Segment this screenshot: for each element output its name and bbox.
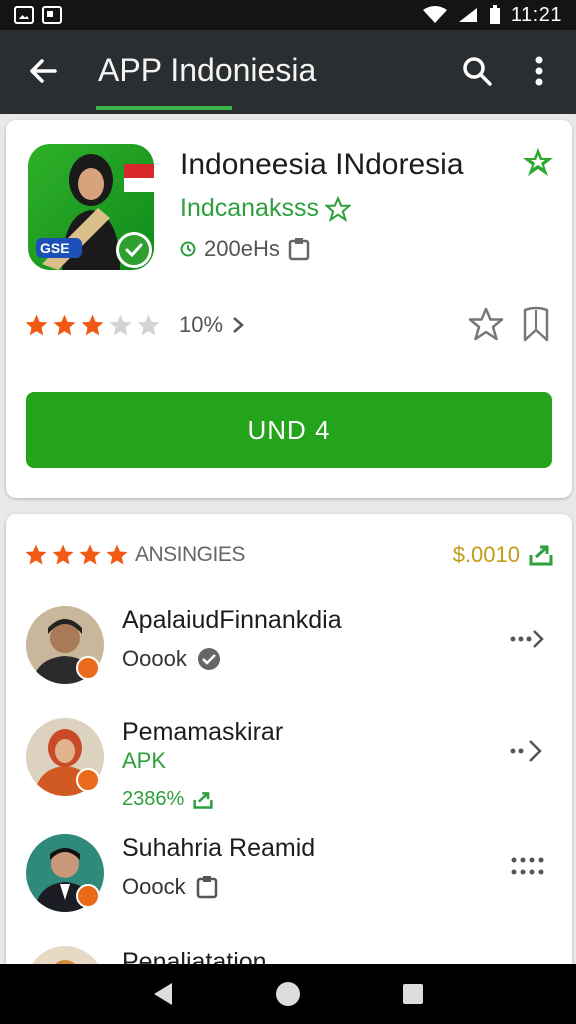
star-filled-icon [79, 544, 101, 565]
item-grid-button[interactable] [508, 852, 548, 882]
bookmark-icon[interactable] [520, 306, 552, 342]
more-arrow-icon [510, 630, 544, 648]
status-time: 11:21 [510, 3, 562, 26]
list-item[interactable]: Suhahria Reamid Ooock [6, 834, 572, 944]
clock-icon [180, 241, 196, 257]
share-up-icon [193, 791, 213, 809]
star-filled-icon [106, 544, 128, 565]
price-text: $.0010 [452, 542, 520, 567]
more-vert-icon [535, 56, 543, 86]
item-subtitle-text: APK [122, 748, 167, 773]
search-icon [463, 57, 492, 86]
nav-recents-icon [403, 984, 424, 1004]
wifi-icon [422, 6, 447, 23]
avatar-badge [76, 656, 100, 680]
list-header-label: ANSINGIES [135, 543, 245, 566]
item-growth: 2386% [122, 788, 214, 811]
app-bar: APP Indoniesia [0, 30, 576, 114]
app-size: 200eHs [204, 236, 280, 261]
list-item[interactable]: ApalaiudFinnankdia Ooook [6, 606, 572, 716]
related-apps-card: ANSINGIES $.0010 ApalaiudFinnankdia Oooo… [6, 514, 572, 984]
item-subtitle-text: Ooook [122, 646, 187, 671]
list-header: ANSINGIES $.0010 [24, 540, 554, 570]
price-info[interactable]: $.0010 [453, 542, 554, 568]
rating-percent: 10% [179, 312, 245, 338]
star-filled-icon [81, 314, 104, 335]
avatar-badge [76, 768, 100, 792]
nav-home-icon [275, 982, 300, 1006]
check-icon [125, 243, 143, 258]
image-notification-icon [14, 6, 34, 24]
item-title: ApalaiudFinnankdia [122, 606, 342, 634]
page-title: APP Indoniesia [98, 52, 317, 88]
nav-back-button[interactable] [143, 974, 183, 1014]
app-details-card: GSE Indoneesia INdoresia Indcanaksss 200… [6, 120, 572, 498]
featured-star-icon[interactable] [522, 146, 554, 178]
more-options-button[interactable] [518, 50, 560, 92]
item-title: Suhahria Reamid [122, 834, 316, 862]
star-filled-icon [25, 314, 48, 335]
chevron-right-icon [233, 317, 244, 333]
star-filled-icon [53, 314, 76, 335]
verified-check-icon [197, 648, 220, 670]
dots-grid-icon [511, 857, 544, 875]
developer-link[interactable]: Indcanaksss [180, 194, 351, 223]
back-button[interactable] [22, 50, 64, 92]
item-subtitle: Ooock [122, 874, 218, 900]
star-filled-icon [52, 544, 74, 565]
developer-name: Indcanaksss [180, 194, 319, 222]
item-title: Pemamaskirar [122, 718, 284, 746]
item-subtitle: APK [122, 748, 166, 774]
app-icon-text: GSE [40, 240, 70, 256]
signal-icon [458, 8, 477, 22]
nav-recents-button[interactable] [393, 974, 433, 1014]
back-arrow-icon [30, 59, 57, 83]
box-notification-icon [42, 6, 62, 24]
battery-icon [489, 5, 500, 24]
verified-badge [116, 232, 152, 268]
clipboard-icon [288, 238, 310, 261]
star-filled-icon [25, 544, 47, 565]
size-info: 200eHs [180, 236, 310, 262]
search-button[interactable] [456, 50, 498, 92]
status-bar: 11:21 [0, 0, 576, 30]
star-empty-icon [137, 314, 160, 335]
rating-row[interactable]: 10% [24, 312, 245, 338]
item-growth-text: 2386% [122, 788, 185, 810]
item-subtitle: Ooook [122, 646, 221, 672]
nav-home-button[interactable] [268, 974, 308, 1014]
item-subtitle-text: Ooock [122, 874, 186, 899]
install-button[interactable]: UND 4 [26, 392, 552, 468]
header-stars [24, 543, 129, 567]
rating-stars [24, 313, 161, 338]
share-up-icon [529, 545, 553, 566]
star-empty-icon [109, 314, 132, 335]
navigation-bar [0, 964, 576, 1024]
list-item[interactable]: Pemamaskirar APK 2386% [6, 718, 572, 828]
nav-back-icon [153, 983, 172, 1005]
item-more-button[interactable] [508, 624, 548, 654]
avatar-badge [76, 884, 100, 908]
item-more-button[interactable] [508, 736, 548, 766]
rating-text: 10% [179, 312, 224, 337]
app-name: Indoneesia INdoresia [180, 148, 464, 181]
more-arrow-icon [510, 740, 542, 762]
wishlist-star-icon[interactable] [468, 306, 504, 342]
title-underline [96, 106, 232, 110]
clipboard-icon [196, 876, 217, 899]
star-outline-icon [324, 195, 351, 222]
